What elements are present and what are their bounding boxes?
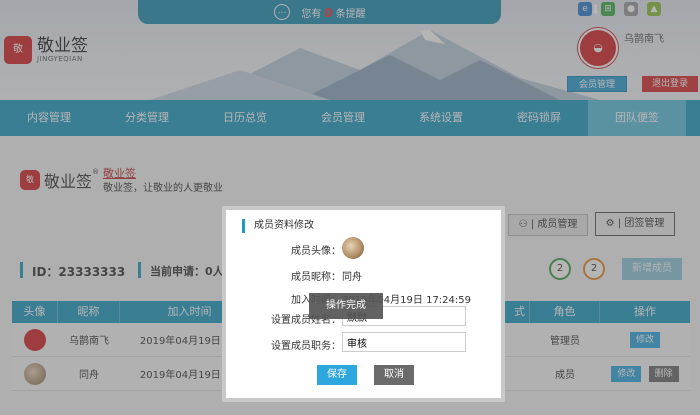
member-role-input[interactable] — [342, 332, 466, 352]
avatar-label: 成员头像： — [291, 246, 341, 257]
role-label: 设置成员职务： — [271, 341, 341, 352]
toast-message: 操作完成 — [309, 293, 383, 319]
nick-label: 成员昵称： — [291, 272, 341, 283]
save-button[interactable]: 保存 — [317, 365, 357, 385]
member-avatar[interactable] — [342, 237, 364, 259]
modal-title: 成员资料修改 — [242, 219, 314, 233]
cancel-button[interactable]: 取消 — [374, 365, 414, 385]
nick-value: 同舟 — [342, 272, 362, 283]
